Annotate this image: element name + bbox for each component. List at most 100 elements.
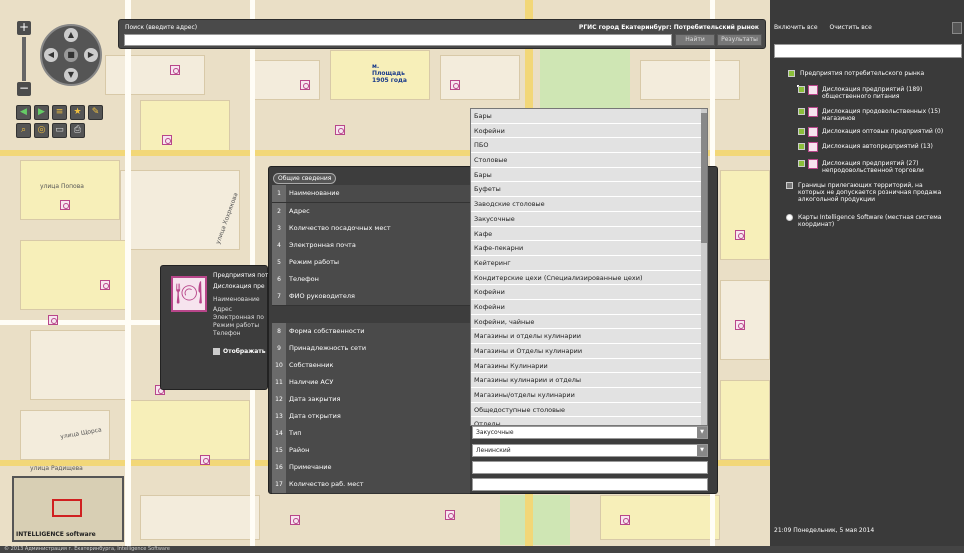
forward-arrow-icon[interactable]: ▶ [34, 105, 49, 120]
poi-marker[interactable] [445, 510, 455, 520]
dropdown-option[interactable]: Кафе [471, 226, 707, 242]
search-icon[interactable]: ⌕ [16, 123, 31, 138]
dropdown-option[interactable]: Магазины кулинарии и отделы [471, 373, 707, 389]
poi-marker[interactable] [450, 80, 460, 90]
chevron-down-icon[interactable]: ▼ [697, 427, 707, 438]
poi-marker[interactable] [60, 200, 70, 210]
row-number: 4 [272, 237, 286, 254]
collapse-panel-icon[interactable] [952, 22, 962, 34]
row-number: 6 [272, 271, 286, 288]
dropdown-option[interactable]: Магазины и Отделы кулинарии [471, 344, 707, 359]
results-button[interactable]: Результаты [717, 34, 762, 46]
layers-icon[interactable]: ≡ [52, 105, 67, 120]
popup-line: Наименование [213, 296, 260, 303]
pan-up-icon[interactable]: ▲ [64, 28, 78, 42]
pan-left-icon[interactable]: ◀ [44, 48, 58, 62]
form-row: 9 Принадлежность сети [272, 340, 470, 358]
chevron-down-icon[interactable]: ▼ [697, 445, 707, 456]
layer-checkbox[interactable] [798, 108, 805, 115]
document-icon[interactable]: ▭ [52, 123, 67, 138]
popup-line: Дислокация пре [213, 283, 265, 290]
form-row: 3 Количество посадочных мест [272, 220, 470, 238]
pan-right-icon[interactable]: ▶ [84, 48, 98, 62]
poi-marker[interactable] [100, 280, 110, 290]
overview-map[interactable]: INTELLIGENCE software [12, 476, 124, 542]
poi-marker[interactable] [735, 230, 745, 240]
dropdown-option[interactable]: ПБО [471, 138, 707, 154]
layer-checkbox[interactable] [798, 128, 805, 135]
dropdown-option[interactable]: Кофейни [471, 123, 707, 139]
row-label: Форма собственности [289, 327, 365, 335]
row-label: Адрес [289, 207, 310, 215]
poi-marker[interactable] [290, 515, 300, 525]
row-number: 17 [272, 476, 286, 493]
poi-marker[interactable] [620, 515, 630, 525]
row-number: 1 [272, 185, 286, 202]
layer-checkbox[interactable] [798, 86, 805, 93]
print-icon[interactable]: ⎙ [70, 123, 85, 138]
dropdown-option[interactable]: Буфеты [471, 182, 707, 198]
poi-marker[interactable] [48, 315, 58, 325]
dropdown-option[interactable]: Кафе-пекарни [471, 241, 707, 256]
row-number: 3 [272, 220, 286, 237]
dropdown-option[interactable]: Кофейни [471, 285, 707, 300]
scrollbar-thumb[interactable] [701, 113, 707, 243]
poi-marker[interactable] [300, 80, 310, 90]
layer-checkbox[interactable] [798, 143, 805, 150]
show-checkbox[interactable]: Отображать [213, 348, 266, 355]
form-row: 17 Количество раб. мест [272, 476, 470, 494]
copyright-strip: © 2013 Администрация г. Екатеринбурга, I… [0, 546, 964, 553]
workplaces-field[interactable] [472, 478, 708, 491]
zoom-out-button[interactable]: − [17, 82, 31, 96]
district-select[interactable]: Ленинский ▼ [472, 444, 708, 457]
maps-radio[interactable] [786, 214, 793, 221]
overview-viewport-frame[interactable] [52, 499, 82, 517]
pan-center-icon[interactable]: ■ [64, 48, 78, 62]
dropdown-option[interactable]: Общедоступные столовые [471, 402, 707, 418]
dropdown-option[interactable]: Отделы [471, 417, 707, 425]
dropdown-option[interactable]: Магазины Кулинарии [471, 358, 707, 374]
dropdown-scrollbar[interactable] [701, 109, 707, 425]
poi-marker[interactable] [162, 135, 172, 145]
find-button[interactable]: Найти [675, 34, 715, 46]
enable-all-button[interactable]: Включить все [774, 24, 818, 31]
dropdown-option[interactable]: Кондитерские цехи (Специализированные це… [471, 270, 707, 286]
layer-type-icon [808, 127, 818, 137]
poi-marker[interactable] [200, 455, 210, 465]
layer-checkbox[interactable] [798, 160, 805, 167]
dropdown-option[interactable]: Кофейни [471, 299, 707, 315]
pencil-icon[interactable]: ✎ [88, 105, 103, 120]
layer-label: Дислокация предприятий (27) непродовольс… [822, 160, 924, 174]
form-row: 6 Телефон [272, 271, 470, 289]
dropdown-option[interactable]: Бары [471, 167, 707, 183]
star-icon[interactable]: ★ [70, 105, 85, 120]
layer-search-input[interactable] [774, 44, 962, 58]
pan-wheel[interactable]: ▲ ▼ ◀ ▶ ■ [40, 24, 102, 86]
poi-marker[interactable] [170, 65, 180, 75]
zoom-slider[interactable] [22, 37, 26, 81]
poi-marker[interactable] [735, 320, 745, 330]
form-row: 4 Электронная почта [272, 237, 470, 255]
dropdown-option[interactable]: Кейтеринг [471, 255, 707, 271]
borders-checkbox[interactable] [786, 182, 793, 189]
dropdown-option[interactable]: Закусочные [471, 211, 707, 227]
row-number: 2 [272, 203, 286, 220]
search-input[interactable] [124, 34, 672, 46]
zoom-in-button[interactable]: + [17, 21, 31, 35]
dropdown-option[interactable]: Столовые [471, 153, 707, 168]
measure-icon[interactable]: ◎ [34, 123, 49, 138]
poi-marker[interactable] [335, 125, 345, 135]
dropdown-option[interactable]: Кофейни, чайные [471, 314, 707, 330]
dropdown-option[interactable]: Заводские столовые [471, 197, 707, 212]
tab-general-info[interactable]: Общие сведения [273, 173, 337, 184]
pan-down-icon[interactable]: ▼ [64, 68, 78, 82]
back-arrow-icon[interactable]: ◀ [16, 105, 31, 120]
clear-all-button[interactable]: Очистить все [829, 24, 871, 31]
group-checkbox[interactable] [788, 70, 795, 77]
note-field[interactable] [472, 461, 708, 474]
type-select[interactable]: Закусочные ▼ [472, 426, 708, 439]
dropdown-option[interactable]: Бары [471, 109, 707, 124]
dropdown-option[interactable]: Магазины и отделы кулинарии [471, 329, 707, 344]
dropdown-option[interactable]: Магазины/отделы кулинарии [471, 388, 707, 403]
type-dropdown-list[interactable]: Бары Кофейни ПБО Столовые Бары Буфеты Заводски… [470, 108, 708, 426]
